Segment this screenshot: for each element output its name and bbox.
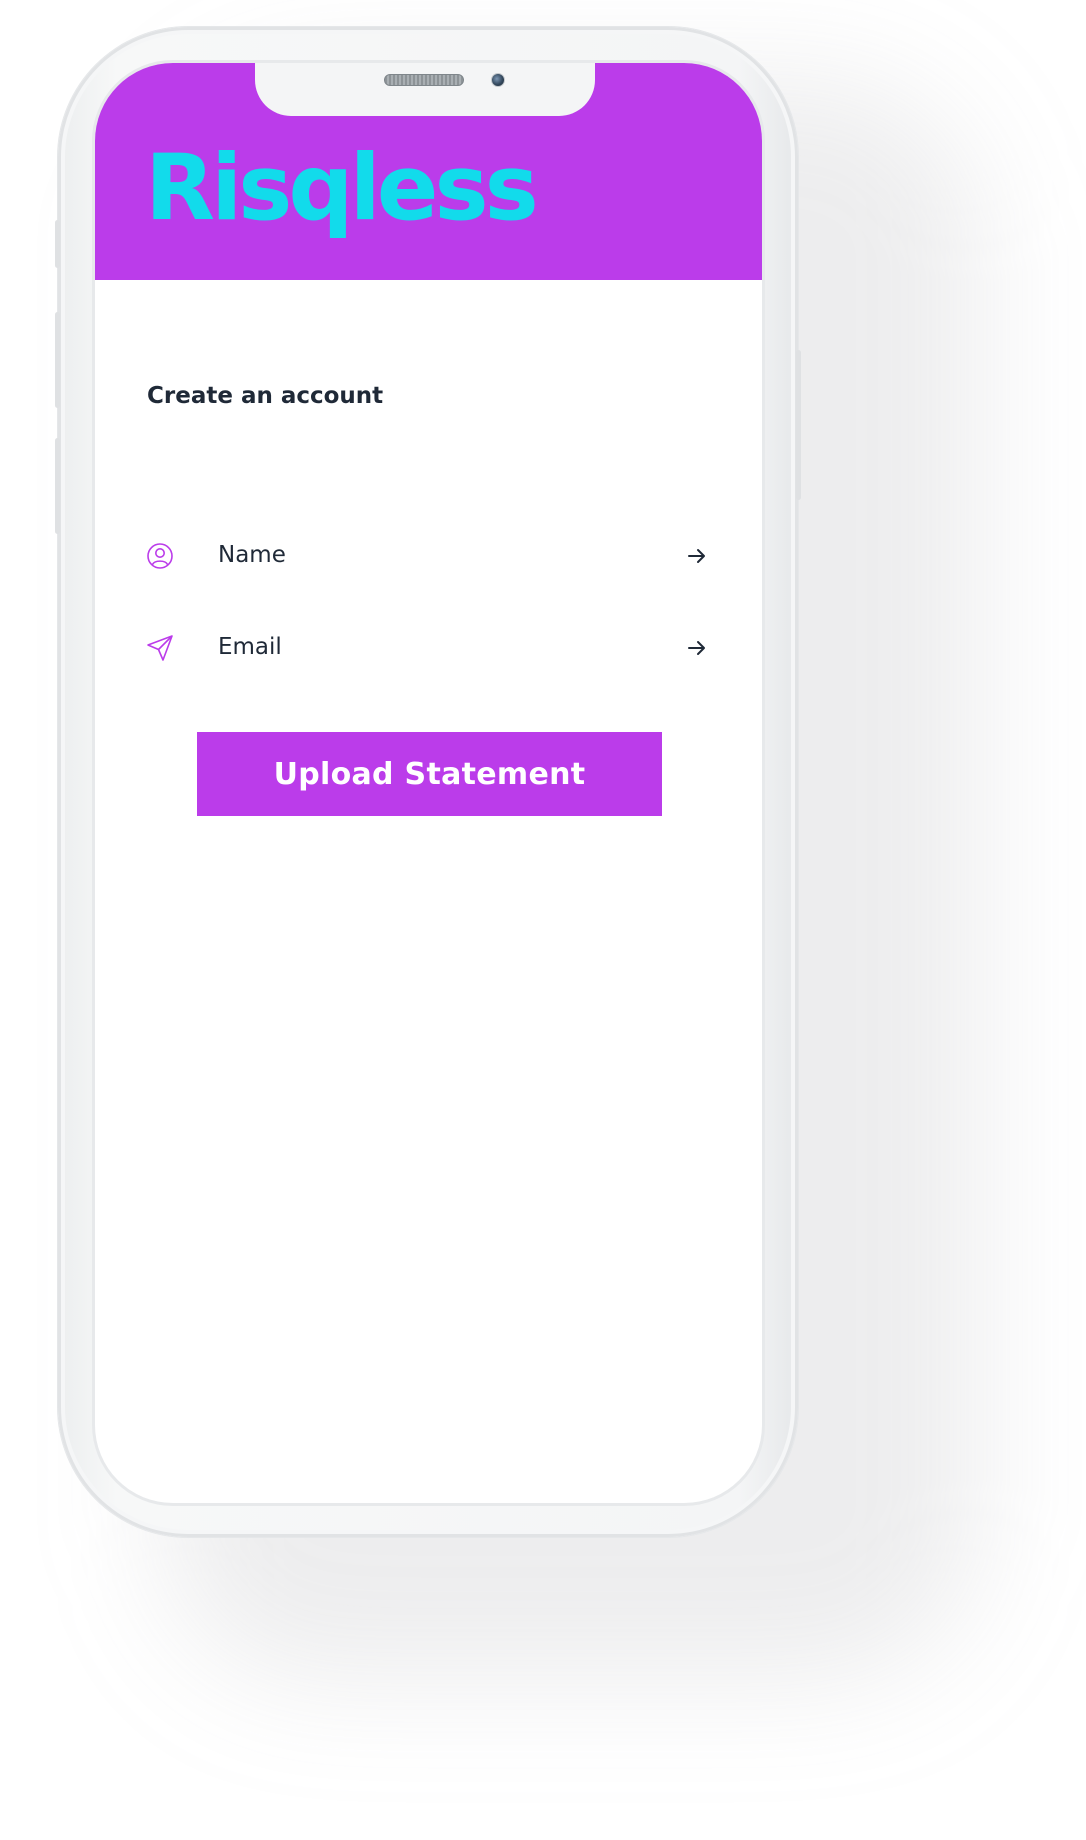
email-field-row[interactable]: Email [95, 618, 762, 678]
volume-up-button [55, 312, 60, 408]
brand-logo: Risqless [145, 141, 539, 241]
notch [255, 63, 595, 116]
arrow-right-icon[interactable] [685, 636, 709, 660]
email-field-label: Email [218, 634, 282, 660]
form-title: Create an account [147, 383, 384, 409]
mockup-stage: Risqless Create an account Name Email Up… [0, 0, 1086, 1840]
user-circle-icon [147, 543, 173, 569]
power-button [796, 350, 801, 500]
send-icon [147, 635, 173, 661]
arrow-right-icon[interactable] [685, 544, 709, 568]
mute-switch [55, 220, 60, 268]
volume-down-button [55, 438, 60, 534]
phone-screen: Risqless Create an account Name Email Up… [95, 63, 762, 1503]
speaker-grille [384, 74, 464, 86]
upload-statement-button[interactable]: Upload Statement [197, 732, 662, 816]
name-field-row[interactable]: Name [95, 526, 762, 586]
front-camera [491, 73, 505, 87]
brand-logo-text: Risqless [145, 141, 535, 241]
name-field-label: Name [218, 542, 286, 568]
